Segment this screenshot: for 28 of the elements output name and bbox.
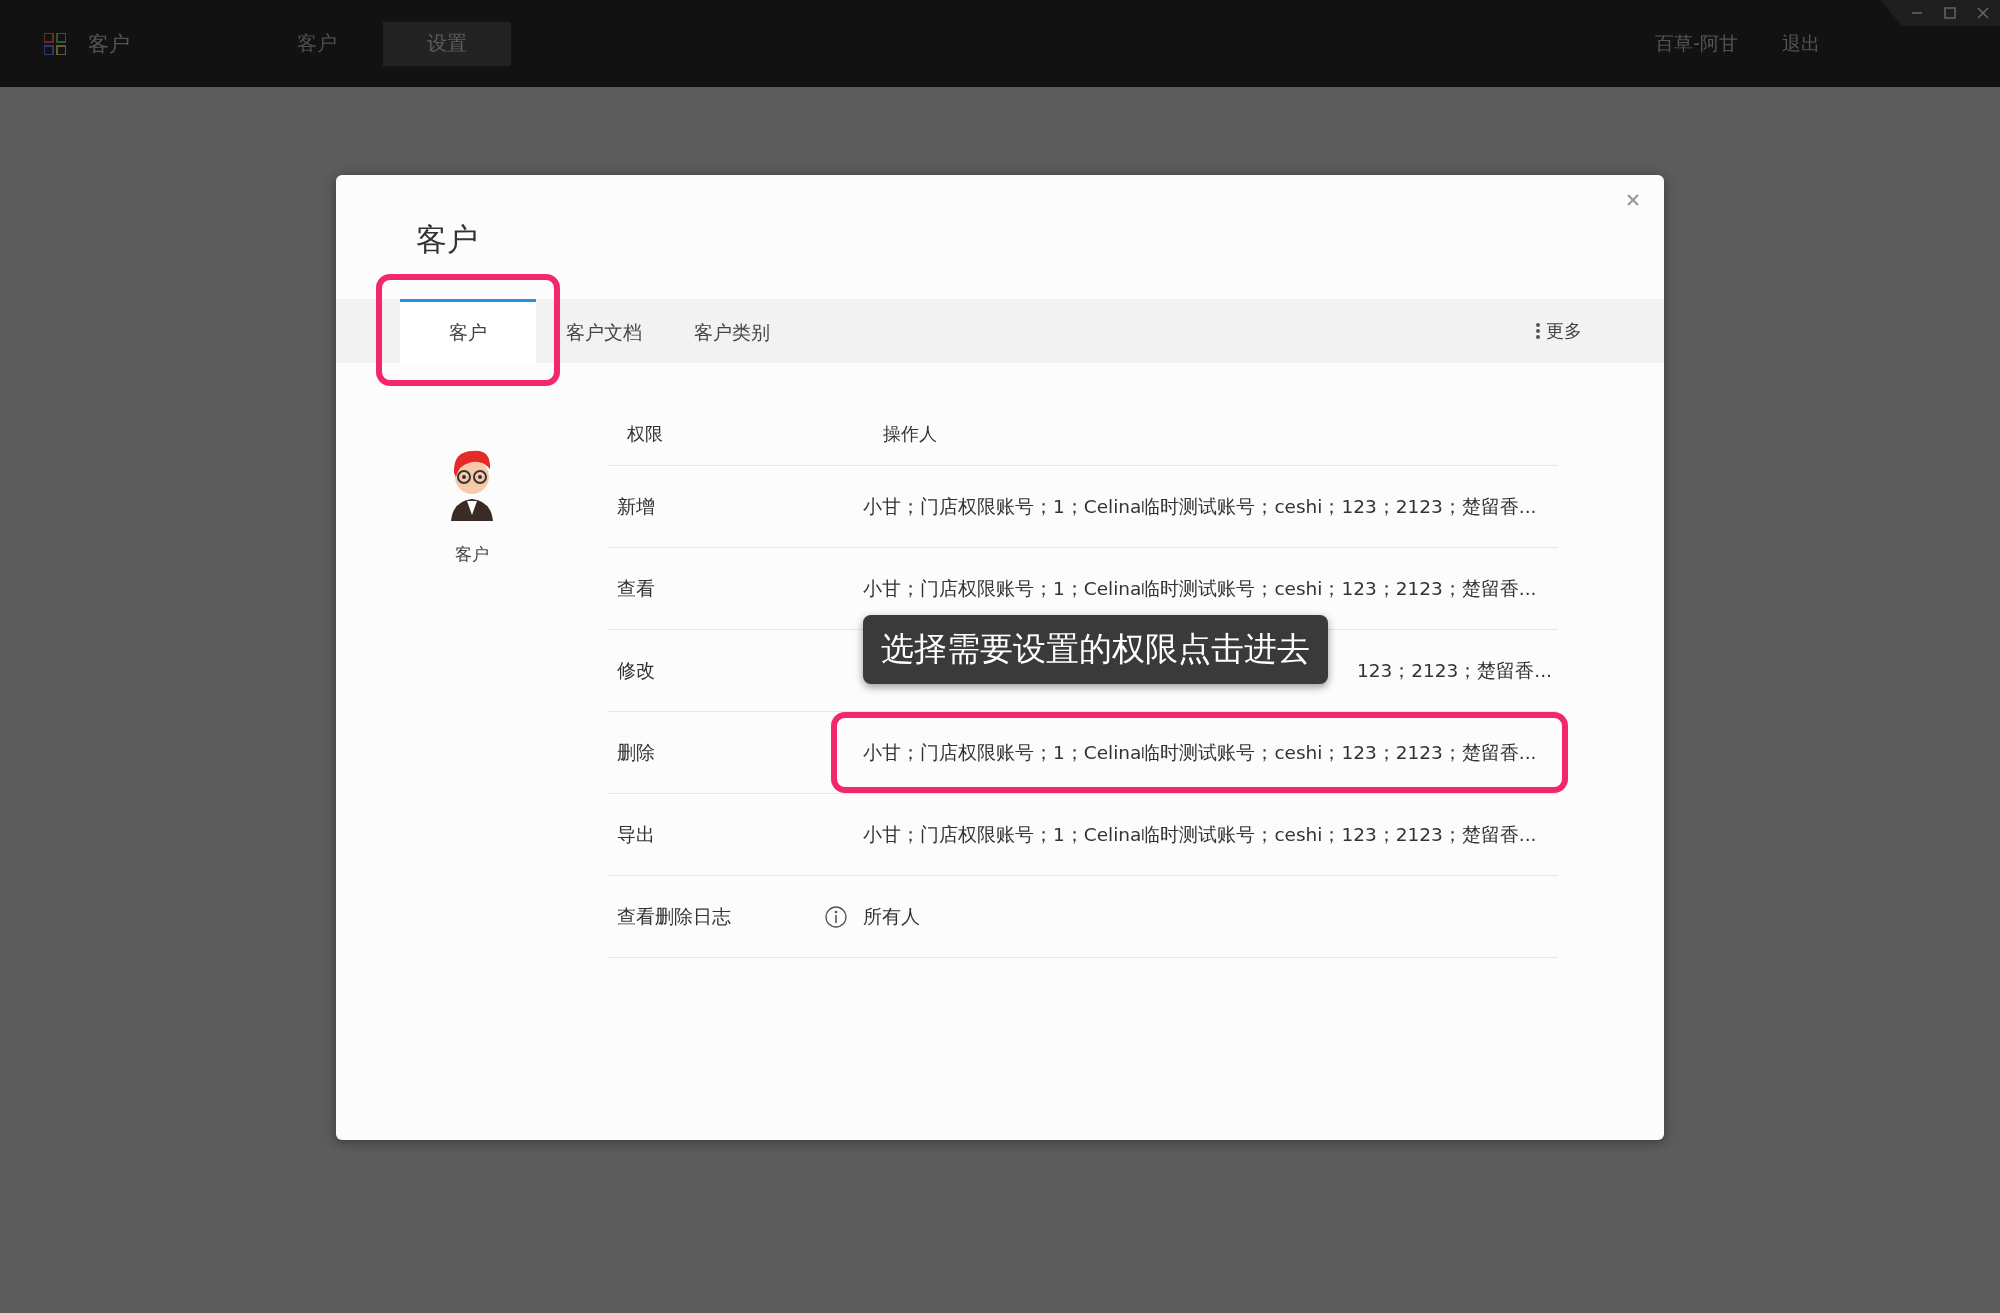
- column-header: 操作人: [882, 422, 938, 446]
- column-header: 权限: [626, 422, 664, 446]
- operators-text[interactable]: 小甘；门店权限账号；1；Celina临时测试账号；ceshi；123；2123；楚留香...: [863, 576, 1558, 601]
- close-icon[interactable]: [1977, 7, 1990, 19]
- permission-name: 修改: [617, 657, 655, 683]
- dialog-title: 客户: [416, 220, 479, 259]
- operators-text[interactable]: 小甘；门店权限账号；1；Celina临时测试账号；ceshi；123；2123；楚留香...: [863, 822, 1558, 847]
- permission-name: 导出: [617, 821, 655, 847]
- app-name: 客户: [88, 30, 131, 58]
- tab[interactable]: 客户类别: [672, 299, 792, 363]
- operators-text[interactable]: 小甘；门店权限账号；1；Celina临时测试账号；ceshi；123；2123；楚留香...: [863, 740, 1558, 765]
- permission-name: 查看: [617, 575, 655, 601]
- permission-name: 查看删除日志: [617, 903, 731, 929]
- hint-tooltip: 选择需要设置的权限点击进去: [863, 615, 1328, 684]
- app-logo-icon: [44, 32, 66, 55]
- tab[interactable]: 客户: [400, 299, 536, 363]
- user-name: 百草-阿甘: [1655, 30, 1738, 56]
- vertical-dots-icon: [1536, 323, 1540, 339]
- permission-name: 删除: [617, 739, 655, 765]
- operators-text[interactable]: 所有人: [863, 904, 1558, 929]
- role-name: 客户: [454, 543, 489, 566]
- operators-text[interactable]: 小甘；门店权限账号；1；Celina临时测试账号；ceshi；123；2123；楚留香...: [863, 494, 1558, 519]
- permission-name: 新增: [617, 493, 655, 519]
- close-icon: [1626, 193, 1640, 207]
- more-button[interactable]: 更多: [1530, 299, 1588, 363]
- tab[interactable]: 客户文档: [544, 299, 664, 363]
- maximize-icon[interactable]: [1944, 7, 1956, 19]
- info-icon[interactable]: [825, 905, 847, 928]
